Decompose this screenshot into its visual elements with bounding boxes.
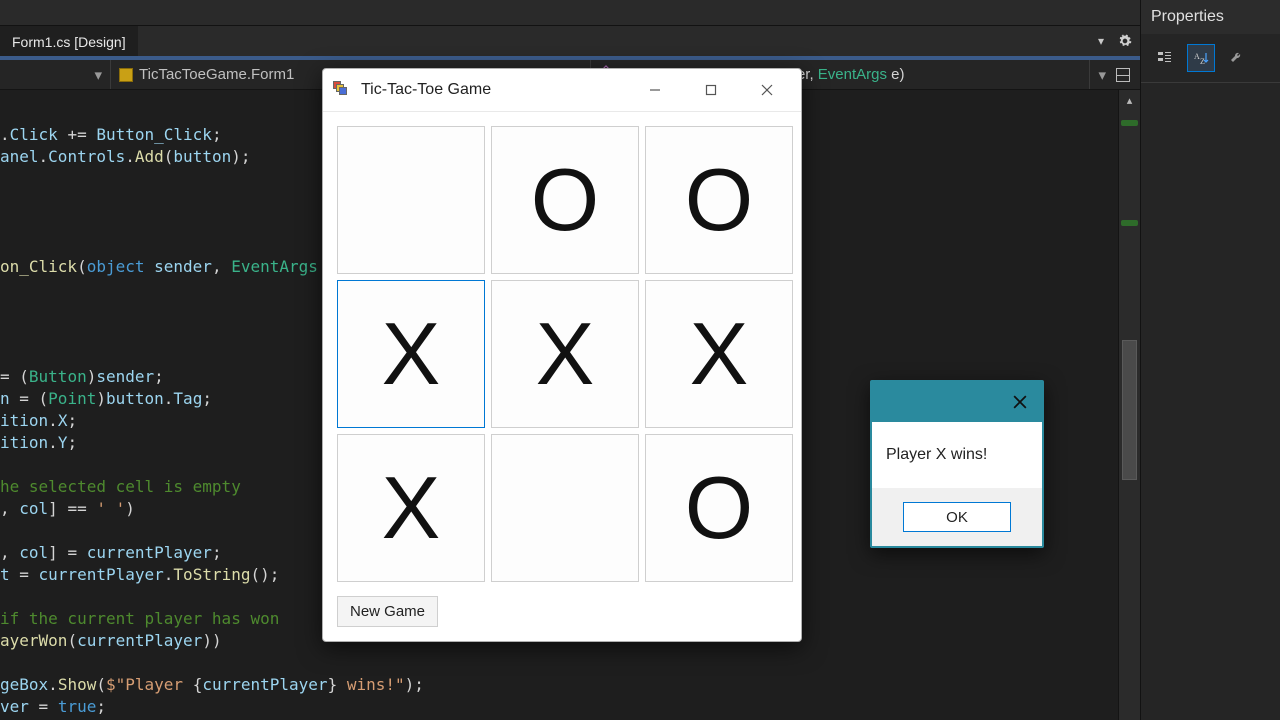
class-icon bbox=[119, 68, 133, 82]
chevron-down-icon: ▾ bbox=[94, 66, 102, 84]
gear-icon[interactable] bbox=[1118, 34, 1132, 48]
cell-0-1[interactable]: O bbox=[491, 126, 639, 274]
cell-2-1[interactable] bbox=[491, 434, 639, 582]
cell-2-0[interactable]: X bbox=[337, 434, 485, 582]
new-game-button[interactable]: New Game bbox=[337, 596, 438, 627]
tictactoe-window: Tic-Tac-Toe Game O O X X X X O New Game bbox=[322, 68, 802, 642]
window-title: Tic-Tac-Toe Game bbox=[361, 81, 491, 99]
cell-1-1[interactable]: X bbox=[491, 280, 639, 428]
game-board: O O X X X X O bbox=[323, 112, 801, 588]
split-window-icon[interactable] bbox=[1114, 66, 1132, 84]
minimize-button[interactable] bbox=[627, 74, 683, 106]
properties-toolbar: AZ bbox=[1141, 34, 1280, 82]
close-icon[interactable] bbox=[1008, 390, 1032, 414]
alphabetical-icon[interactable]: AZ bbox=[1187, 44, 1215, 72]
properties-panel: Properties AZ bbox=[1140, 0, 1280, 720]
close-button[interactable] bbox=[739, 74, 795, 106]
scrollbar-thumb[interactable] bbox=[1122, 340, 1137, 480]
chevron-down-icon[interactable]: ▾ bbox=[1098, 66, 1106, 84]
cell-0-2[interactable]: O bbox=[645, 126, 793, 274]
messagebox-titlebar[interactable] bbox=[872, 382, 1042, 422]
wrench-icon[interactable] bbox=[1223, 44, 1251, 72]
messagebox: Player X wins! OK bbox=[870, 380, 1044, 548]
messagebox-message: Player X wins! bbox=[872, 422, 1042, 488]
tab-dropdown-icon[interactable]: ▾ bbox=[1094, 34, 1108, 48]
window-titlebar[interactable]: Tic-Tac-Toe Game bbox=[323, 69, 801, 112]
properties-title: Properties bbox=[1141, 0, 1280, 34]
winforms-icon bbox=[333, 81, 351, 99]
cell-1-0[interactable]: X bbox=[337, 280, 485, 428]
categorized-icon[interactable] bbox=[1151, 44, 1179, 72]
ide-top-strip bbox=[0, 0, 1280, 26]
cell-1-2[interactable]: X bbox=[645, 280, 793, 428]
properties-body bbox=[1141, 82, 1280, 720]
document-tab-label: Form1.cs [Design] bbox=[12, 34, 126, 50]
cell-0-0[interactable] bbox=[337, 126, 485, 274]
document-tab-bar: Form1.cs [Design] ▾ bbox=[0, 26, 1140, 56]
nav-scope-dropdown[interactable]: ▾ bbox=[0, 66, 110, 84]
nav-class-label: TicTacToeGame.Form1 bbox=[139, 66, 294, 83]
ok-button[interactable]: OK bbox=[903, 502, 1011, 532]
maximize-button[interactable] bbox=[683, 74, 739, 106]
scroll-up-icon[interactable]: ▴ bbox=[1119, 90, 1140, 110]
cell-2-2[interactable]: O bbox=[645, 434, 793, 582]
editor-scrollbar[interactable]: ▴ bbox=[1118, 90, 1140, 720]
svg-text:Z: Z bbox=[1200, 57, 1205, 66]
document-tab-active[interactable]: Form1.cs [Design] bbox=[0, 26, 138, 56]
